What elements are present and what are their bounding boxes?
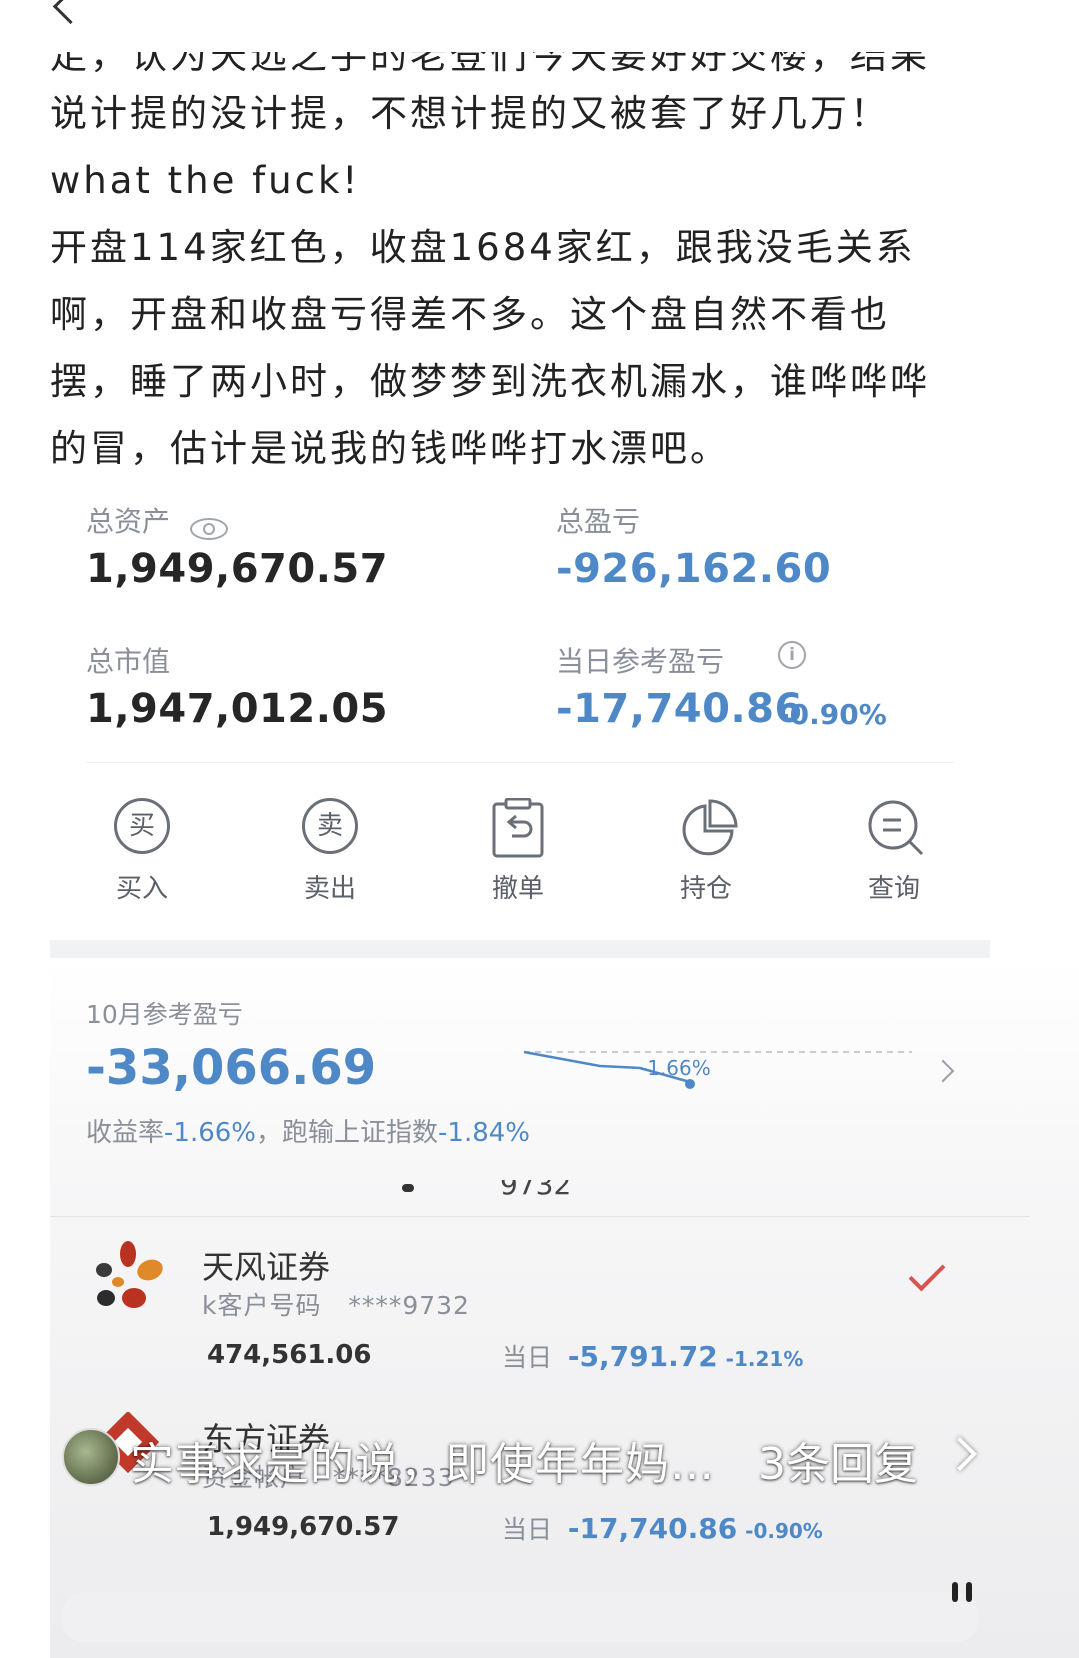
monthly-pnl-value: -33,066.69 [86, 1040, 377, 1096]
total-assets-value: 1,949,670.57 [86, 546, 389, 592]
monthly-pnl-subtitle: 收益率-1.66%，跑输上证指数-1.84% [86, 1118, 530, 1148]
positions-label: 持仓 [679, 874, 732, 904]
broker-amount: 1,949,670.57 [207, 1512, 400, 1542]
info-icon[interactable]: i [778, 641, 806, 669]
query-button[interactable]: 查询 [834, 798, 954, 905]
market-value: 1,947,012.05 [86, 686, 389, 732]
search-icon [866, 798, 924, 856]
broker-account: k客户号码 ****9732 [202, 1291, 470, 1320]
reply-preview[interactable]: 实事求是的说，即使年年妈… 3条回复 [58, 1420, 1048, 1492]
positions-button[interactable]: 持仓 [646, 798, 766, 905]
broker-daily: 当日 -17,740.86 -0.90% [502, 1512, 823, 1545]
post-line: 的冒，估计是说我的钱哗哗打水漂吧。 [50, 427, 730, 470]
daily-pnl-percent: -0.90% [778, 698, 887, 731]
cancel-order-label: 撤单 [491, 874, 544, 904]
post-line: 说计提的没计提，不想计提的又被套了好几万！ [50, 92, 890, 135]
top-bar [0, 0, 1079, 52]
query-label: 查询 [867, 874, 920, 904]
post-body: 走，认为天远之手的老登们今天要好好交楼，结果 说计提的没计提，不想计提的又被套了… [50, 30, 1030, 482]
monthly-sparkline [523, 1050, 912, 1089]
sparkline-label: -1.66% [640, 1056, 711, 1080]
avatar[interactable] [62, 1428, 120, 1486]
post-line: 啊，开盘和收盘亏得差不多。这个盘自然不看也 [50, 293, 890, 336]
post-line: what the fuck! [50, 159, 361, 202]
cut-dot [402, 1184, 414, 1192]
monthly-pnl-label: 10月参考盈亏 [86, 1000, 243, 1029]
total-pnl-value: -926,162.60 [556, 546, 832, 592]
post-line: 开盘114家红色，收盘1684家红，跟我没毛关系 [50, 226, 916, 269]
eye-icon[interactable] [190, 518, 228, 540]
chevron-right-icon[interactable] [943, 1437, 977, 1471]
section-separator [50, 940, 990, 958]
broker-amount: 474,561.06 [207, 1340, 372, 1370]
sell-label: 卖出 [303, 874, 356, 904]
buy-label: 买入 [115, 874, 168, 904]
reply-text: 实事求是的说，即使年年妈… [130, 1439, 715, 1490]
broker-name: 天风证券 [202, 1248, 331, 1286]
total-assets-label: 总资产 [86, 505, 171, 538]
buy-button[interactable]: 买 买入 [82, 798, 202, 905]
divider [86, 762, 954, 763]
cancel-order-button[interactable]: 撤单 [458, 797, 578, 905]
divider [50, 1216, 1030, 1217]
sell-button[interactable]: 卖 卖出 [270, 798, 390, 905]
reply-count[interactable]: 3条回复 [758, 1428, 918, 1492]
back-icon[interactable] [52, 0, 89, 25]
clipboard-undo-icon [490, 797, 546, 858]
bottom-input-bar[interactable] [62, 1592, 978, 1642]
buy-icon: 买 [114, 798, 170, 854]
total-pnl-label: 总盈亏 [556, 505, 641, 538]
tianfeng-logo-icon [96, 1241, 163, 1308]
cut-off-text: 9732 [500, 1180, 572, 1200]
daily-pnl-label: 当日参考盈亏 [556, 645, 725, 678]
menu-icon[interactable] [952, 1582, 1002, 1606]
sell-icon: 卖 [302, 798, 358, 854]
daily-pnl-value: -17,740.86 [556, 686, 803, 732]
pie-chart-icon [678, 798, 738, 856]
post-line: 摆，睡了两小时，做梦梦到洗衣机漏水，谁哗哗哗 [50, 360, 930, 403]
broker-daily: 当日 -5,791.72 -1.21% [502, 1340, 804, 1373]
market-value-label: 总市值 [86, 645, 171, 678]
